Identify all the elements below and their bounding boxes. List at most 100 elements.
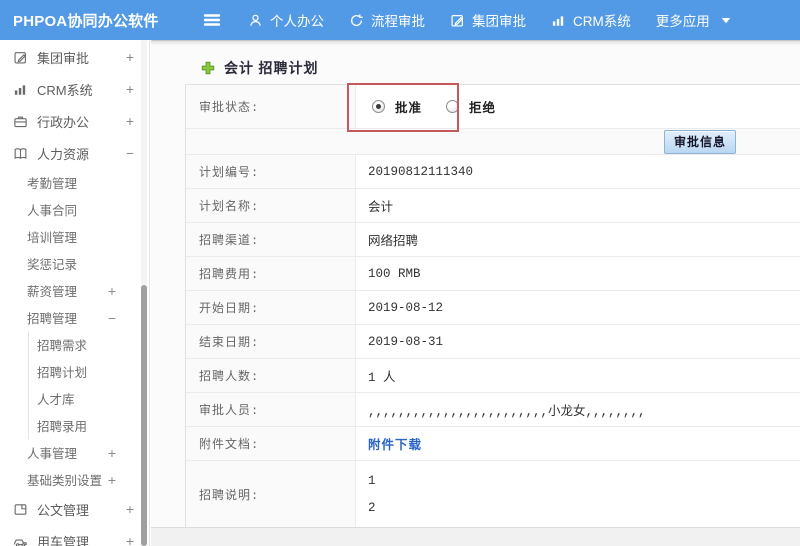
nav-label: 集团审批	[472, 14, 526, 29]
hamburger-icon[interactable]	[202, 12, 222, 28]
field-value: 2019-08-12	[368, 300, 444, 315]
document-icon	[13, 502, 28, 517]
briefcase-icon	[13, 114, 28, 129]
bar-chart-icon	[551, 13, 566, 28]
sidebar-item-documents[interactable]: 公文管理 +	[0, 493, 149, 525]
field-row-start-date: 开始日期: 2019-08-12	[186, 291, 800, 325]
field-label: 审批人员:	[186, 393, 356, 426]
reject-radio-label: 拒绝	[469, 102, 497, 116]
edit-square-icon	[450, 13, 465, 28]
user-icon	[248, 13, 263, 28]
field-value: 会计	[368, 201, 394, 215]
sidebar-item-personnel[interactable]: 人事管理 +	[27, 439, 149, 466]
field-label: 招聘费用:	[186, 257, 356, 290]
field-value: 附件下载	[356, 427, 800, 460]
sidebar-item-recruit-plan[interactable]: 招聘计划	[29, 358, 149, 385]
field-label: 附件文档:	[186, 427, 356, 460]
recruit-plan-detail-table: 审批状态: 批准 拒绝 审批信息 计划编号: 20190812111340 计划…	[185, 83, 800, 528]
page-title-text: 会计 招聘计划	[224, 62, 319, 77]
sidebar-item-vehicle[interactable]: 用车管理 +	[0, 525, 149, 546]
reject-radio[interactable]	[446, 100, 460, 113]
edit-square-icon	[13, 50, 28, 65]
sidebar-item-label: 用车管理	[37, 534, 90, 546]
sidebar: 集团审批 + CRM系统 + 行政办公 + 人力资源 − 考勤管理 人事合同 培…	[0, 40, 150, 546]
nav-label: 更多应用	[655, 14, 710, 29]
topbar: PHPOA协同办公软件 个人办公 流程审批 集团审批 CRM系统 更多应用	[0, 0, 800, 40]
page-title: 会计 招聘计划	[201, 58, 800, 78]
approval-info-button[interactable]: 审批信息	[663, 129, 736, 154]
field-value: 网络招聘	[368, 235, 419, 249]
approval-info-row: 审批信息	[186, 129, 800, 155]
expand-toggle[interactable]: +	[126, 534, 134, 546]
nav-group-approval[interactable]: 集团审批	[450, 10, 526, 30]
field-row-plan-number: 计划编号: 20190812111340	[186, 155, 800, 189]
field-value: 1 2	[356, 461, 800, 527]
field-label: 结束日期:	[186, 325, 356, 358]
expand-toggle[interactable]: +	[126, 82, 134, 96]
app-logo: PHPOA协同办公软件	[13, 12, 159, 30]
history-icon	[349, 13, 364, 28]
expand-toggle[interactable]: +	[108, 284, 116, 298]
approve-radio-label: 批准	[395, 102, 423, 116]
sidebar-item-crm[interactable]: CRM系统 +	[0, 73, 149, 105]
sidebar-item-label: 行政办公	[37, 114, 90, 130]
nav-label: 个人办公	[270, 14, 324, 29]
nav-label: 流程审批	[371, 14, 425, 29]
sidebar-item-label: 集团审批	[37, 50, 90, 66]
plus-icon	[201, 61, 215, 75]
expand-toggle[interactable]: +	[126, 114, 134, 128]
field-label: 计划编号:	[186, 155, 356, 188]
content-footer-strip	[151, 527, 800, 546]
field-row-description: 招聘说明: 1 2	[186, 461, 800, 527]
sidebar-item-recruit-demand[interactable]: 招聘需求	[29, 331, 149, 358]
description-line: 1	[368, 474, 376, 488]
sidebar-item-human-resources[interactable]: 人力资源 −	[0, 137, 149, 169]
field-label: 开始日期:	[186, 291, 356, 324]
sidebar-item-base-categories[interactable]: 基础类别设置 +	[27, 466, 149, 493]
sidebar-item-recruitment[interactable]: 招聘管理 −	[27, 304, 149, 331]
sidebar-item-label: 公文管理	[37, 502, 90, 518]
expand-toggle[interactable]: +	[126, 50, 134, 64]
nav-crm-system[interactable]: CRM系统	[551, 10, 631, 30]
description-line: 2	[368, 501, 376, 515]
field-value: 1 人	[368, 371, 396, 385]
approval-status-row: 审批状态: 批准 拒绝	[186, 85, 800, 129]
field-row-recruit-channel: 招聘渠道: 网络招聘	[186, 223, 800, 257]
sidebar-item-recruit-hire[interactable]: 招聘录用	[29, 412, 149, 439]
field-row-recruit-cost: 招聘费用: 100 RMB	[186, 257, 800, 291]
recruitment-submenu: 招聘需求 招聘计划 人才库 招聘录用	[28, 331, 149, 439]
approval-radio-group: 批准 拒绝	[372, 97, 510, 116]
expand-toggle[interactable]: +	[126, 502, 134, 516]
main-content: 会计 招聘计划 审批状态: 批准 拒绝 审批信息 计划编号: 201908121…	[151, 40, 800, 546]
collapse-toggle[interactable]: −	[126, 146, 134, 160]
nav-process-approval[interactable]: 流程审批	[349, 10, 425, 30]
field-row-plan-name: 计划名称: 会计	[186, 189, 800, 223]
sidebar-item-training[interactable]: 培训管理	[27, 223, 149, 250]
sidebar-item-rewards[interactable]: 奖惩记录	[27, 250, 149, 277]
expand-toggle[interactable]: +	[108, 473, 116, 487]
field-row-attachment: 附件文档: 附件下载	[186, 427, 800, 461]
attachment-download-link[interactable]: 附件下载	[368, 434, 422, 453]
sidebar-item-group-approval[interactable]: 集团审批 +	[0, 41, 149, 73]
nav-personal-office[interactable]: 个人办公	[248, 10, 324, 30]
field-row-approvers: 审批人员: ,,,,,,,,,,,,,,,,,,,,,,,,小龙女,,,,,,,…	[186, 393, 800, 427]
field-value: ,,,,,,,,,,,,,,,,,,,,,,,,小龙女,,,,,,,,	[368, 405, 646, 419]
sidebar-item-attendance[interactable]: 考勤管理	[27, 169, 149, 196]
approve-radio[interactable]	[372, 100, 385, 113]
field-value: 2019-08-31	[368, 334, 444, 349]
field-label: 审批状态:	[186, 85, 356, 128]
field-label: 招聘说明:	[186, 461, 356, 527]
sidebar-item-admin-office[interactable]: 行政办公 +	[0, 105, 149, 137]
approval-status-value: 批准 拒绝	[356, 85, 800, 128]
field-row-headcount: 招聘人数: 1 人	[186, 359, 800, 393]
sidebar-item-hr-contract[interactable]: 人事合同	[27, 196, 149, 223]
collapse-toggle[interactable]: −	[108, 311, 116, 325]
sidebar-scrollbar-thumb[interactable]	[141, 285, 147, 546]
sidebar-item-talent-pool[interactable]: 人才库	[29, 385, 149, 412]
field-value: 100 RMB	[368, 266, 421, 281]
sidebar-item-salary[interactable]: 薪资管理 +	[27, 277, 149, 304]
expand-toggle[interactable]: +	[108, 446, 116, 460]
caret-down-icon	[721, 17, 731, 24]
content-top-divider	[151, 41, 800, 45]
nav-more-apps[interactable]: 更多应用	[656, 10, 731, 30]
